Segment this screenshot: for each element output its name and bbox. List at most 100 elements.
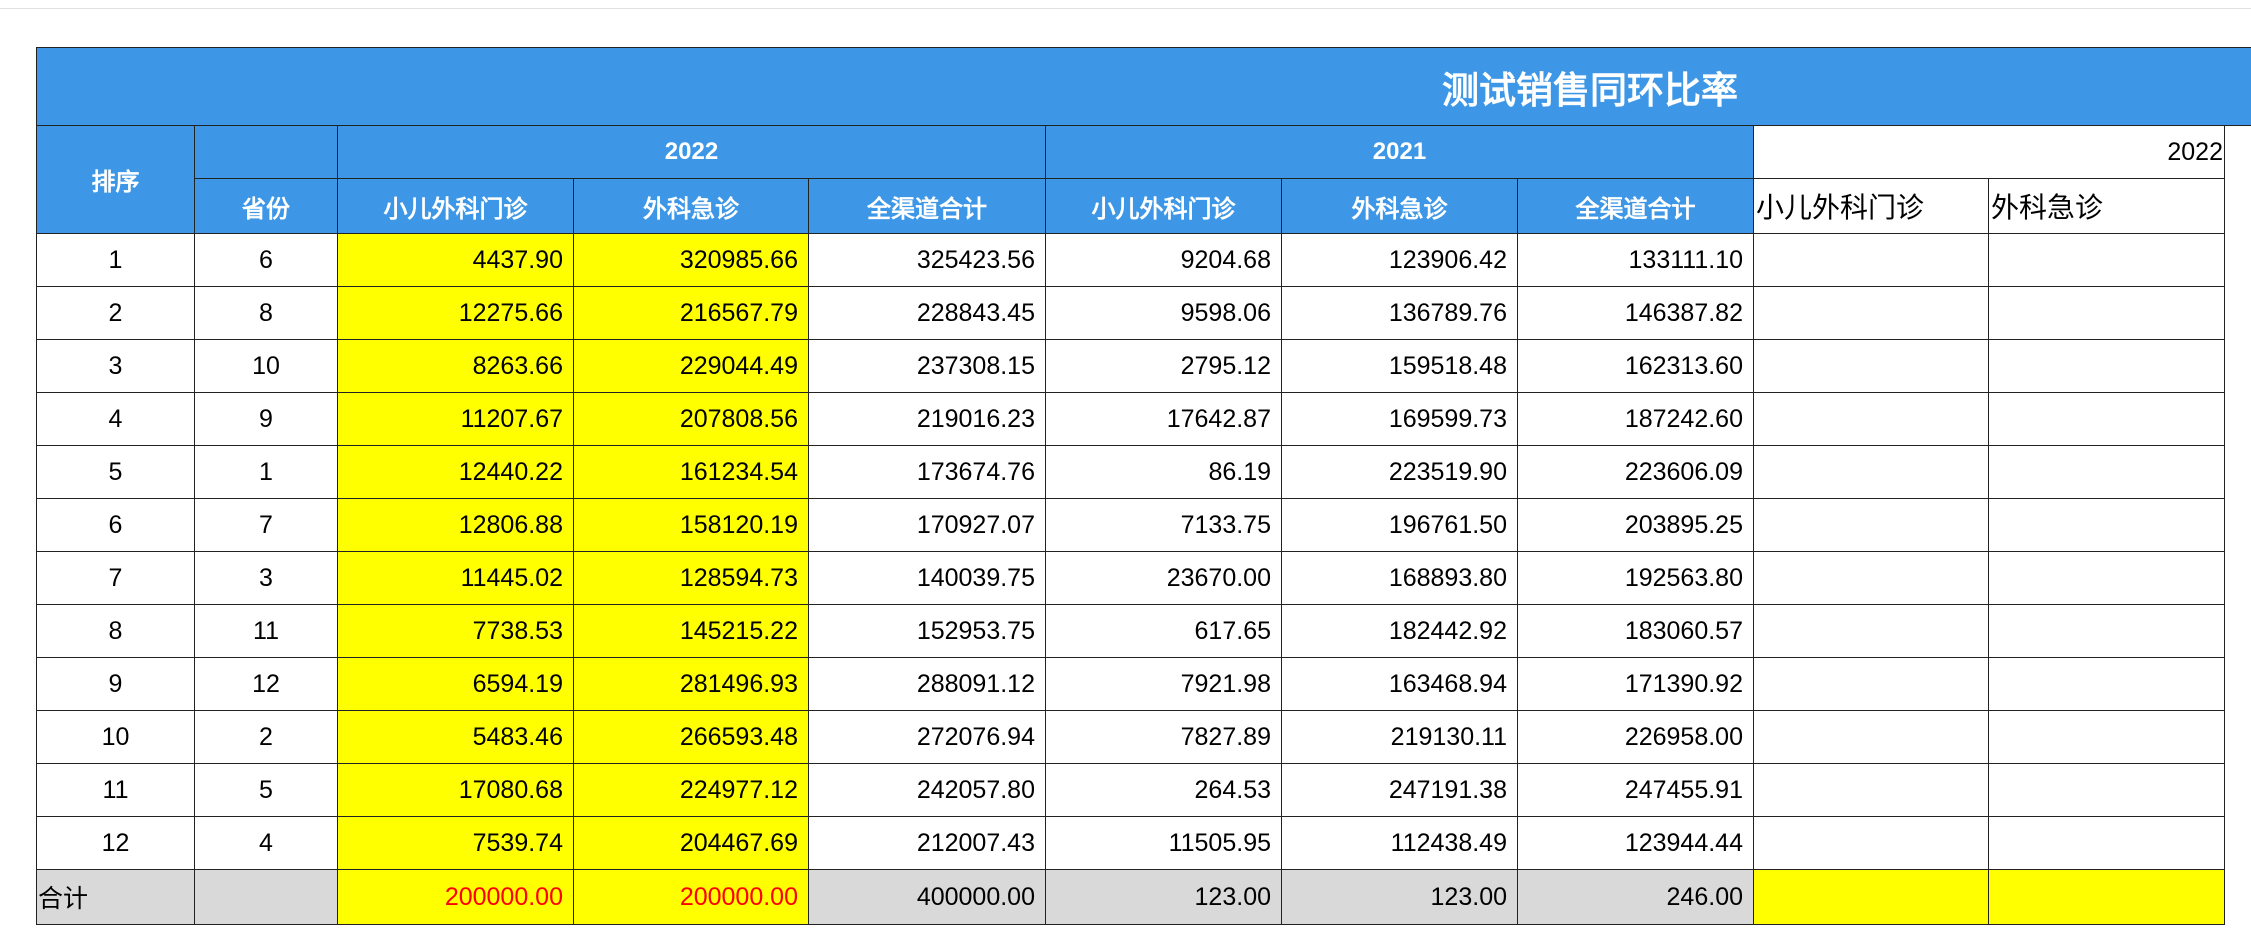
province-cell: 3 xyxy=(194,551,338,605)
table-row: 10 2 5483.46 266593.48 272076.94 7827.89 21913… xyxy=(36,710,2251,764)
pediatric-surgery-outpatient-2022-cell: 12440.22 xyxy=(337,445,574,499)
pediatric-surgery-outpatient-2021-cell: 11505.95 xyxy=(1045,816,1282,870)
table-row: 6 7 12806.88 158120.19 170927.07 7133.75 19676… xyxy=(36,498,2251,552)
rank-cell: 2 xyxy=(36,286,195,340)
surgical-emergency-ratio-cell xyxy=(1988,392,2225,446)
pediatric-surgery-outpatient-2021-cell: 9204.68 xyxy=(1045,233,1282,287)
surgical-emergency-ratio-cell xyxy=(1988,339,2225,393)
all-channel-total-2022-cell: 140039.75 xyxy=(808,551,1046,605)
all-channel-total-2021-cell: 247455.91 xyxy=(1517,763,1754,817)
rank-header: 排序 xyxy=(36,125,195,234)
overflow-cell xyxy=(2224,498,2251,552)
report-body: 1 6 4437.90 320985.66 325423.56 9204.68 123906… xyxy=(36,233,2251,870)
all-channel-total-2022-cell: 212007.43 xyxy=(808,816,1046,870)
pediatric-surgery-outpatient-2022-cell: 4437.90 xyxy=(337,233,574,287)
pediatric-surgery-outpatient-2021-cell: 23670.00 xyxy=(1045,551,1282,605)
pediatric-surgery-outpatient-ratio-cell xyxy=(1753,392,1989,446)
overflow-cell xyxy=(2224,339,2251,393)
all-channel-total-2021-cell: 192563.80 xyxy=(1517,551,1754,605)
province-cell: 8 xyxy=(194,286,338,340)
report-title: 测试销售同环比率 xyxy=(35,47,2251,126)
all-channel-total-2021-cell: 146387.82 xyxy=(1517,286,1754,340)
table-row: 9 12 6594.19 281496.93 288091.12 7921.98 16346… xyxy=(36,657,2251,711)
year-2022-header: 2022 xyxy=(337,125,1046,179)
pediatric-surgery-outpatient-ratio-header: 小儿外科门诊 xyxy=(1753,178,1989,234)
surgical-emergency-ratio-cell xyxy=(1988,498,2225,552)
surgical-emergency-ratio-cell xyxy=(1988,657,2225,711)
rank-cell: 6 xyxy=(36,498,195,552)
title-row: 测试销售同环比率 xyxy=(35,47,2251,126)
all-channel-total-2021-cell: 171390.92 xyxy=(1517,657,1754,711)
all-channel-total-2021-total: 246.00 xyxy=(1517,869,1754,925)
pediatric-surgery-outpatient-2022-header: 小儿外科门诊 xyxy=(337,178,574,234)
pediatric-surgery-outpatient-2022-cell: 7738.53 xyxy=(337,604,574,658)
surgical-emergency-ratio-total xyxy=(1988,869,2225,925)
all-channel-total-2022-total: 400000.00 xyxy=(808,869,1046,925)
surgical-emergency-ratio-cell xyxy=(1988,604,2225,658)
surgical-emergency-2022-header: 外科急诊 xyxy=(573,178,809,234)
pediatric-surgery-outpatient-ratio-cell xyxy=(1753,657,1989,711)
surgical-emergency-2021-cell: 123906.42 xyxy=(1281,233,1518,287)
surgical-emergency-2021-cell: 159518.48 xyxy=(1281,339,1518,393)
surgical-emergency-2022-cell: 128594.73 xyxy=(573,551,809,605)
overflow-cell xyxy=(2224,816,2251,870)
top-divider xyxy=(0,8,2251,9)
surgical-emergency-2022-cell: 216567.79 xyxy=(573,286,809,340)
all-channel-total-2022-cell: 152953.75 xyxy=(808,604,1046,658)
surgical-emergency-ratio-cell xyxy=(1988,551,2225,605)
surgical-emergency-ratio-cell xyxy=(1988,286,2225,340)
pediatric-surgery-outpatient-2021-cell: 9598.06 xyxy=(1045,286,1282,340)
pediatric-surgery-outpatient-ratio-cell xyxy=(1753,551,1989,605)
province-cell: 6 xyxy=(194,233,338,287)
pediatric-surgery-outpatient-ratio-cell xyxy=(1753,339,1989,393)
pediatric-surgery-outpatient-ratio-cell xyxy=(1753,763,1989,817)
pediatric-surgery-outpatient-2022-cell: 11445.02 xyxy=(337,551,574,605)
all-channel-total-2021-cell: 123944.44 xyxy=(1517,816,1754,870)
province-cell: 10 xyxy=(194,339,338,393)
all-channel-total-2021-header: 全渠道合计 xyxy=(1517,178,1754,234)
pediatric-surgery-outpatient-2021-cell: 17642.87 xyxy=(1045,392,1282,446)
pediatric-surgery-outpatient-2022-cell: 7539.74 xyxy=(337,816,574,870)
overflow-cell xyxy=(2224,604,2251,658)
table-row: 4 9 11207.67 207808.56 219016.23 17642.87 1695… xyxy=(36,392,2251,446)
pediatric-surgery-outpatient-2022-cell: 6594.19 xyxy=(337,657,574,711)
rank-cell: 5 xyxy=(36,445,195,499)
pediatric-surgery-outpatient-ratio-total xyxy=(1753,869,1989,925)
table-row: 7 3 11445.02 128594.73 140039.75 23670.00 1688… xyxy=(36,551,2251,605)
pediatric-surgery-outpatient-2022-total: 200000.00 xyxy=(337,869,574,925)
pediatric-surgery-outpatient-2022-cell: 5483.46 xyxy=(337,710,574,764)
overflow-cell xyxy=(2224,125,2251,179)
pediatric-surgery-outpatient-2021-cell: 617.65 xyxy=(1045,604,1282,658)
pediatric-surgery-outpatient-ratio-cell xyxy=(1753,710,1989,764)
province-cell: 5 xyxy=(194,763,338,817)
overflow-cell xyxy=(2224,392,2251,446)
table-row: 5 1 12440.22 161234.54 173674.76 86.19 223519.… xyxy=(36,445,2251,499)
pediatric-surgery-outpatient-2022-cell: 11207.67 xyxy=(337,392,574,446)
year-2021-header: 2021 xyxy=(1045,125,1754,179)
pediatric-surgery-outpatient-2021-cell: 264.53 xyxy=(1045,763,1282,817)
surgical-emergency-2022-cell: 145215.22 xyxy=(573,604,809,658)
surgical-emergency-2022-cell: 281496.93 xyxy=(573,657,809,711)
pediatric-surgery-outpatient-2022-cell: 12806.88 xyxy=(337,498,574,552)
pediatric-surgery-outpatient-2022-cell: 12275.66 xyxy=(337,286,574,340)
all-channel-total-2022-cell: 228843.45 xyxy=(808,286,1046,340)
surgical-emergency-2021-total: 123.00 xyxy=(1281,869,1518,925)
overflow-cell xyxy=(2224,710,2251,764)
pediatric-surgery-outpatient-2021-cell: 2795.12 xyxy=(1045,339,1282,393)
rank-cell: 9 xyxy=(36,657,195,711)
surgical-emergency-2022-cell: 266593.48 xyxy=(573,710,809,764)
all-channel-total-2022-cell: 242057.80 xyxy=(808,763,1046,817)
surgical-emergency-ratio-cell xyxy=(1988,763,2225,817)
pediatric-surgery-outpatient-2021-header: 小儿外科门诊 xyxy=(1045,178,1282,234)
pediatric-surgery-outpatient-2021-total: 123.00 xyxy=(1045,869,1282,925)
province-header: 省份 xyxy=(194,178,338,234)
overflow-cell xyxy=(2224,286,2251,340)
all-channel-total-2021-cell: 223606.09 xyxy=(1517,445,1754,499)
overflow-cell xyxy=(2224,657,2251,711)
table-row: 2 8 12275.66 216567.79 228843.45 9598.06 13678… xyxy=(36,286,2251,340)
pediatric-surgery-outpatient-2021-cell: 7827.89 xyxy=(1045,710,1282,764)
pediatric-surgery-outpatient-ratio-cell xyxy=(1753,445,1989,499)
overflow-cell xyxy=(2224,178,2251,234)
surgical-emergency-2022-cell: 207808.56 xyxy=(573,392,809,446)
all-channel-total-2022-cell: 219016.23 xyxy=(808,392,1046,446)
